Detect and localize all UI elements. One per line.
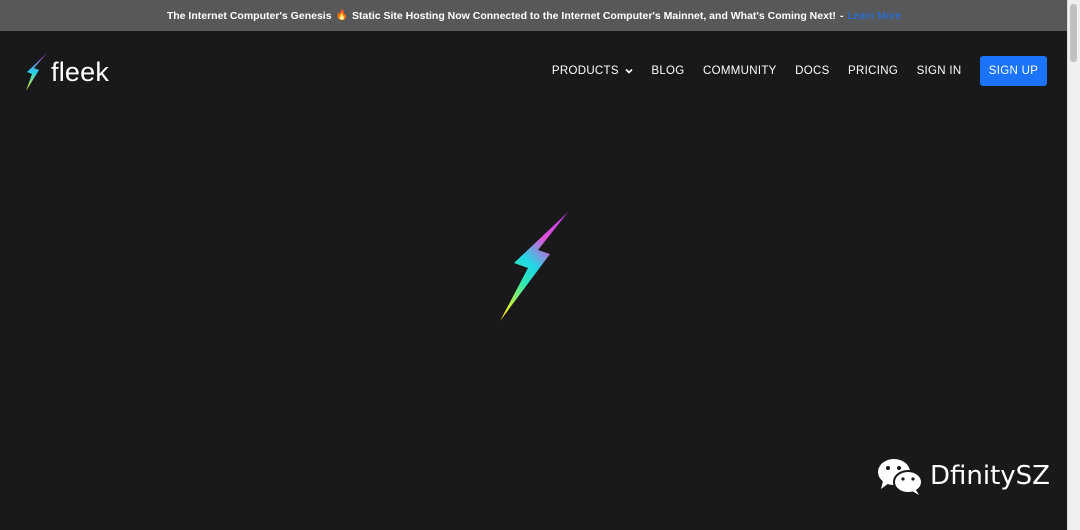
nav-docs[interactable]: DOCS [795,65,829,77]
scrollbar[interactable] [1067,0,1080,530]
announcement-banner: The Internet Computer's Genesis 🔥 Static… [0,0,1068,31]
page: The Internet Computer's Genesis 🔥 Static… [0,0,1080,530]
fire-icon: 🔥 [335,10,348,21]
logo-text: fleek [51,56,110,87]
sign-up-button[interactable]: SIGN UP [980,56,1047,86]
learn-more-link[interactable]: Learn More [847,10,901,22]
chevron-down-icon [625,68,633,74]
bolt-logo-icon [26,53,47,91]
nav-products-label: PRODUCTS [551,65,619,77]
nav-pricing[interactable]: PRICING [848,65,898,77]
sign-in-link[interactable]: SIGN IN [917,65,962,77]
banner-text-after: Static Site Hosting Now Connected to the… [352,9,836,22]
banner-separator: - [839,9,844,22]
nav-products[interactable]: PRODUCTS [552,65,633,77]
main-nav: PRODUCTS BLOG COMMUNITY DOCS PRICING SIG… [552,56,1047,86]
banner-text-before: The Internet Computer's Genesis [166,9,332,22]
nav-community[interactable]: COMMUNITY [703,65,777,77]
nav-blog[interactable]: BLOG [651,65,684,77]
wechat-watermark: DfinitySZ [876,456,1050,496]
wechat-icon [878,459,923,495]
fleek-logo[interactable]: fleek [24,52,109,92]
hero-bolt-icon [500,212,568,321]
scrollbar-thumb[interactable] [1070,4,1077,62]
watermark-text: DfinitySZ [930,461,1050,491]
